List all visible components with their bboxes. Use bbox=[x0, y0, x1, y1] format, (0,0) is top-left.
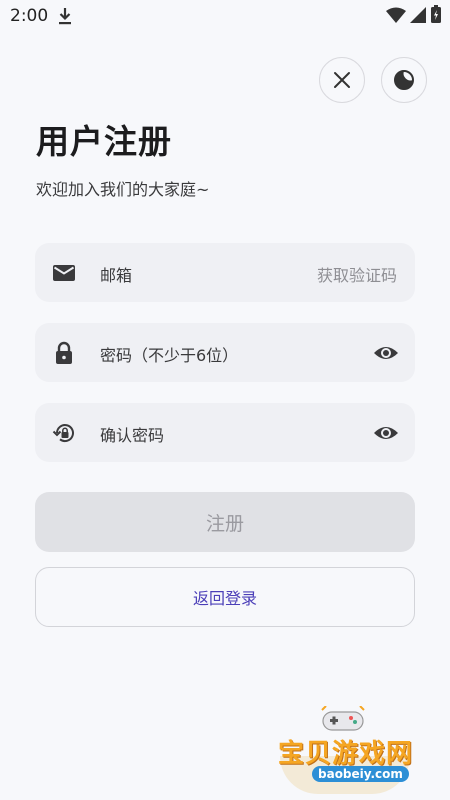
battery-icon bbox=[431, 5, 441, 23]
email-field[interactable]: 邮箱 获取验证码 bbox=[35, 243, 415, 302]
password-placeholder: 密码（不少于6位） bbox=[100, 346, 239, 365]
wifi-icon bbox=[386, 7, 406, 23]
download-icon bbox=[59, 8, 71, 25]
register-button[interactable]: 注册 bbox=[35, 492, 415, 552]
email-placeholder: 邮箱 bbox=[100, 266, 133, 285]
confirm-password-field[interactable]: 确认密码 bbox=[35, 403, 415, 462]
eye-icon[interactable] bbox=[373, 340, 399, 366]
page-title: 用户注册 bbox=[36, 122, 172, 161]
back-to-login-button[interactable]: 返回登录 bbox=[35, 567, 415, 627]
watermark-logo: 宝贝游戏网 baobeiy.com bbox=[262, 700, 432, 796]
watermark-text: 宝贝游戏网 bbox=[278, 739, 414, 769]
close-icon bbox=[334, 72, 350, 88]
lock-reset-icon bbox=[52, 424, 74, 443]
confirm-password-placeholder: 确认密码 bbox=[100, 426, 165, 445]
status-bar: 2:00 bbox=[0, 0, 450, 32]
theme-toggle-button[interactable] bbox=[381, 57, 427, 103]
signal-icon bbox=[410, 7, 426, 23]
close-button[interactable] bbox=[319, 57, 365, 103]
get-code-button[interactable]: 获取验证码 bbox=[317, 262, 397, 286]
password-field[interactable]: 密码（不少于6位） bbox=[35, 323, 415, 382]
page-subtitle: 欢迎加入我们的大家庭~ bbox=[36, 180, 210, 199]
eye-icon[interactable] bbox=[373, 420, 399, 446]
mail-icon bbox=[53, 265, 75, 281]
moon-icon bbox=[394, 70, 414, 90]
lock-icon bbox=[56, 341, 72, 364]
status-time: 2:00 bbox=[10, 6, 49, 26]
watermark-url: baobeiy.com bbox=[312, 766, 409, 782]
gamepad-icon bbox=[321, 706, 365, 731]
